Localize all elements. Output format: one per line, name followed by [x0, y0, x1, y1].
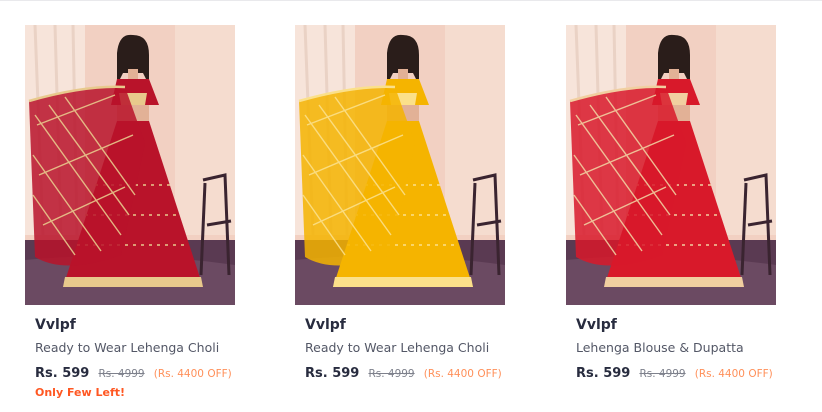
product-info: Vvlpf Ready to Wear Lehenga Choli Rs. 59…	[305, 315, 505, 401]
product-brand: Vvlpf	[576, 317, 617, 333]
stock-note	[305, 385, 505, 401]
stock-note	[576, 385, 776, 401]
product-grid: Vvlpf Ready to Wear Lehenga Choli Rs. 59…	[0, 0, 822, 412]
product-image[interactable]	[566, 25, 776, 305]
product-discount: (Rs. 4400 OFF)	[153, 368, 232, 380]
product-mrp: Rs. 4999	[639, 368, 686, 380]
product-price: Rs. 599	[576, 366, 631, 381]
stock-note: Only Few Left!	[35, 386, 126, 399]
product-title: Lehenga Blouse & Dupatta	[576, 340, 744, 355]
product-brand: Vvlpf	[35, 317, 76, 333]
product-info: Vvlpf Ready to Wear Lehenga Choli Rs. 59…	[35, 315, 235, 401]
product-brand: Vvlpf	[305, 317, 346, 333]
product-price: Rs. 599	[35, 366, 90, 381]
price-row: Rs. 599 Rs. 4999 (Rs. 4400 OFF)	[35, 363, 235, 381]
price-row: Rs. 599 Rs. 4999 (Rs. 4400 OFF)	[305, 363, 505, 381]
product-price: Rs. 599	[305, 366, 360, 381]
product-image[interactable]	[295, 25, 505, 305]
product-info: Vvlpf Lehenga Blouse & Dupatta Rs. 599 R…	[576, 315, 776, 401]
product-mrp: Rs. 4999	[368, 368, 415, 380]
product-card[interactable]: Vvlpf Lehenga Blouse & Dupatta Rs. 599 R…	[566, 25, 776, 405]
product-image[interactable]	[25, 25, 235, 305]
product-mrp: Rs. 4999	[98, 368, 145, 380]
product-card[interactable]: Vvlpf Ready to Wear Lehenga Choli Rs. 59…	[295, 25, 505, 405]
product-discount: (Rs. 4400 OFF)	[423, 368, 502, 380]
price-row: Rs. 599 Rs. 4999 (Rs. 4400 OFF)	[576, 363, 776, 381]
product-card[interactable]: Vvlpf Ready to Wear Lehenga Choli Rs. 59…	[25, 25, 235, 405]
product-title: Ready to Wear Lehenga Choli	[305, 340, 490, 355]
product-title: Ready to Wear Lehenga Choli	[35, 340, 220, 355]
product-discount: (Rs. 4400 OFF)	[694, 368, 773, 380]
